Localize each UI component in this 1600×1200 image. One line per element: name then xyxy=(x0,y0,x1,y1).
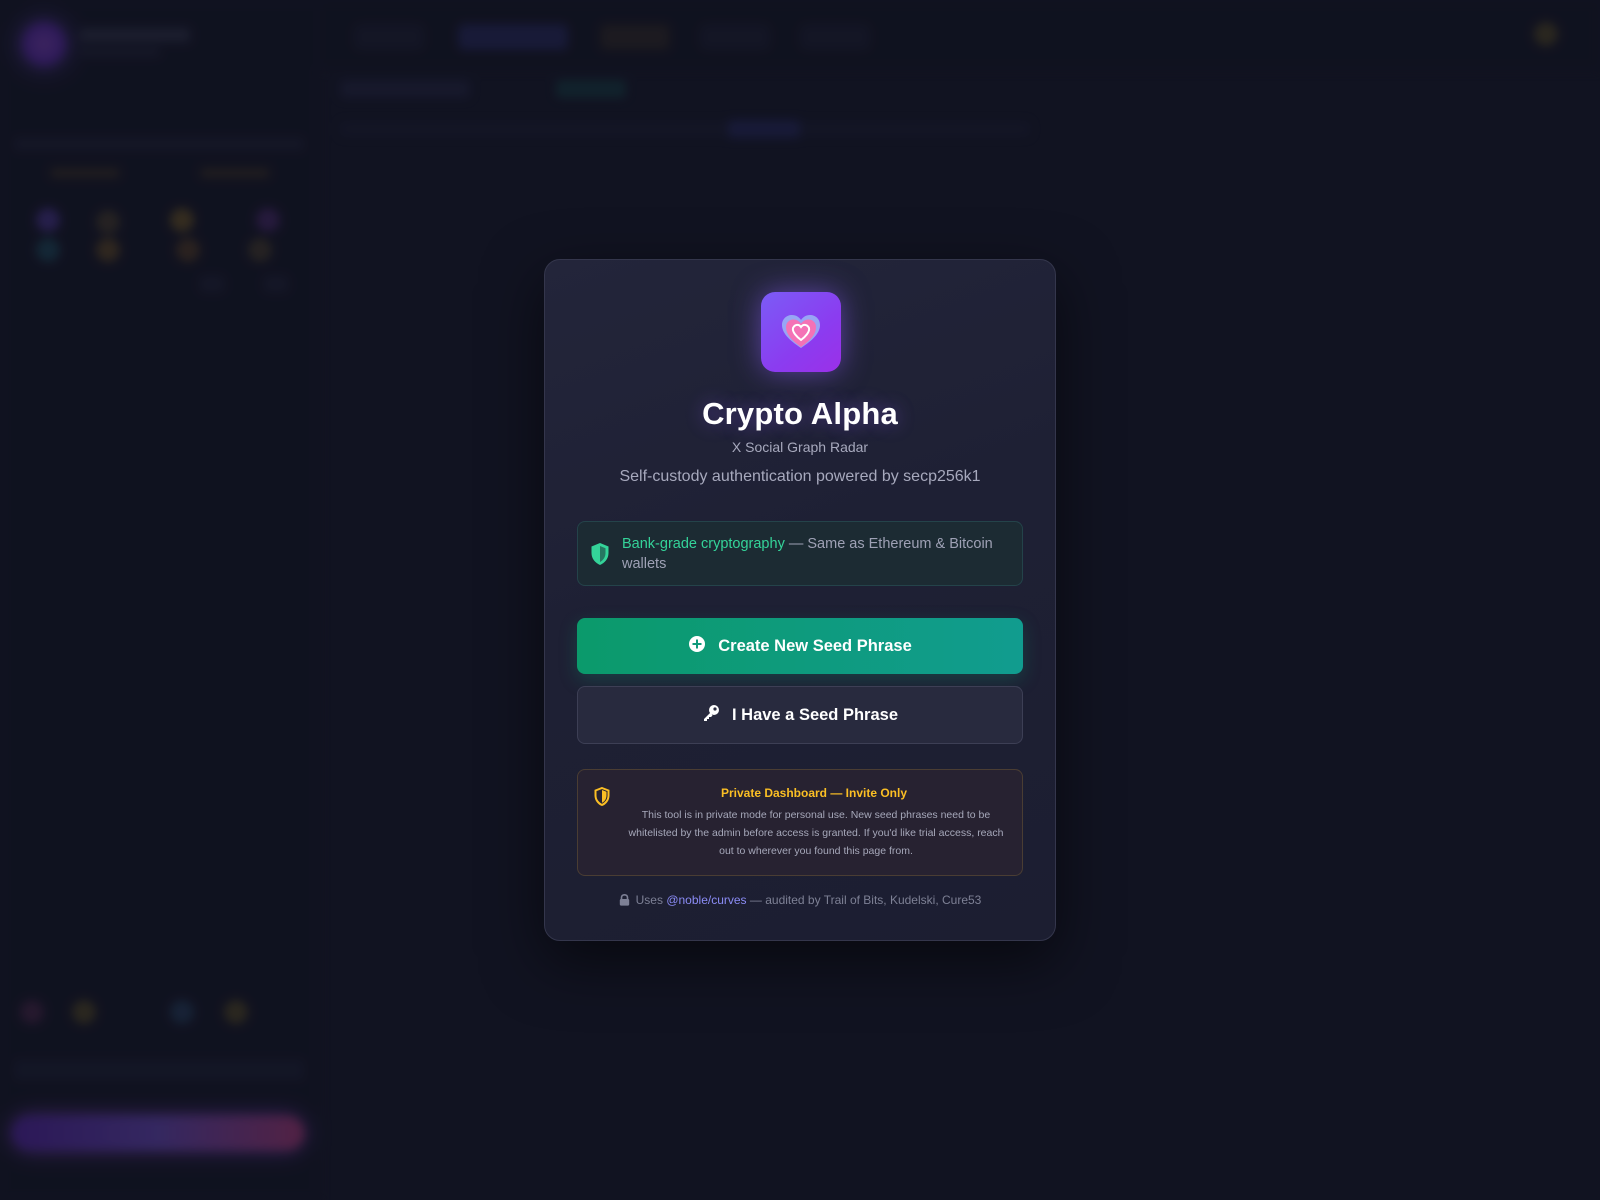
shield-check-icon xyxy=(590,542,610,571)
footer-prefix: Uses xyxy=(635,893,667,907)
footer-suffix: — audited by Trail of Bits, Kudelski, Cu… xyxy=(746,893,982,907)
modal-title: Crypto Alpha xyxy=(702,396,898,431)
heart-icon xyxy=(782,315,820,348)
security-text: Bank-grade cryptography — Same as Ethere… xyxy=(622,534,1012,574)
import-seed-phrase-label: I Have a Seed Phrase xyxy=(731,705,898,724)
crypto-library-footer: Uses @noble/curves — audited by Trail of… xyxy=(545,893,1055,909)
import-seed-phrase-button[interactable]: I Have a Seed Phrase xyxy=(577,686,1023,744)
modal-tagline: Self-custody authentication powered by s… xyxy=(619,468,981,485)
invite-only-notice: Private Dashboard — Invite Only This too… xyxy=(577,769,1023,876)
security-highlight: Bank-grade cryptography xyxy=(622,536,785,552)
security-notice: Bank-grade cryptography — Same as Ethere… xyxy=(577,521,1023,586)
create-seed-phrase-label: Create New Seed Phrase xyxy=(718,636,912,655)
create-seed-phrase-button[interactable]: Create New Seed Phrase xyxy=(577,618,1023,674)
app-logo xyxy=(761,292,841,372)
invite-title: Private Dashboard — Invite Only xyxy=(720,786,908,800)
lock-icon xyxy=(619,893,630,909)
modal-subtitle: X Social Graph Radar xyxy=(731,439,869,455)
noble-curves-link[interactable]: @noble/curves xyxy=(666,893,746,907)
auth-modal: Crypto Alpha X Social Graph Radar Self-c… xyxy=(544,259,1056,941)
key-icon xyxy=(702,704,720,727)
invite-body: This tool is in private mode for persona… xyxy=(628,809,1004,857)
plus-circle-icon xyxy=(688,635,706,658)
